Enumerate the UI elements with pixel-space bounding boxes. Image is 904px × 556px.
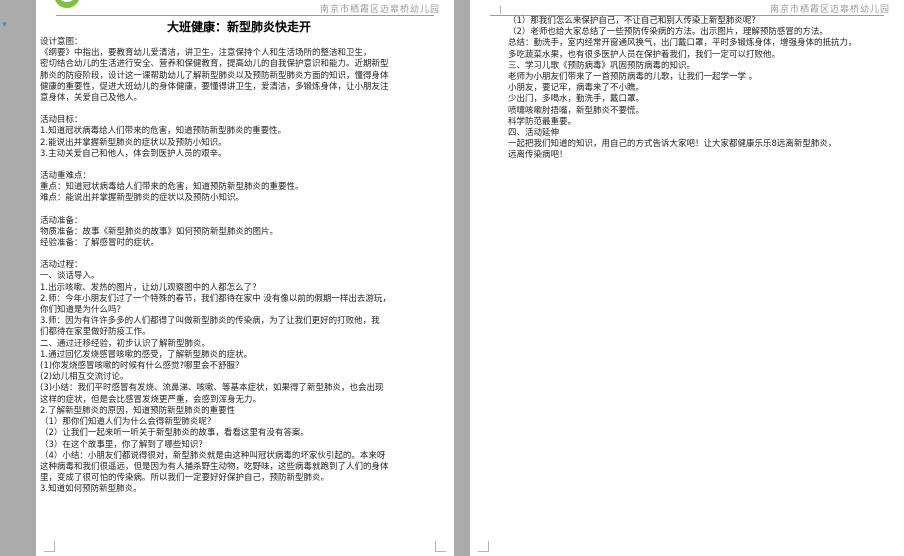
text-line: 科学防范最重要。 (508, 116, 577, 127)
text-line: 密切结合幼儿的生活进行安全、营养和保健教育，提高幼儿的自我保护意识和能力。近期新… (40, 59, 389, 70)
margin-corner-mark (435, 541, 446, 552)
text-line: 3.主动关爱自己和他人，体会到医护人员的艰辛。 (40, 148, 227, 159)
text-line: 难点：能说出并掌握新型肺炎的症状以及预防小知识。 (40, 193, 245, 204)
page-2-body: （1）那我们怎么来保护自己，不让自己和别人传染上新型肺炎呢？ （2）老师也给大家总… (508, 16, 888, 162)
page-1-text: 设计意图： 《纲要》中指出，要教育幼儿爱清洁，讲卫生，注意保持个人和生活场所的整洁… (40, 37, 438, 496)
text-line: 喷嚏咳嗽肘捂嘴，新型肺炎不要慌。 (508, 105, 645, 116)
text-line: 四、活动延伸 (508, 128, 560, 139)
text-line: (1)你发烧感冒咳嗽的时候有什么感觉?哪里会不舒服？ (40, 361, 244, 372)
text-line: 3.知道如何预防新型肺炎。 (40, 484, 142, 495)
text-line: (2)幼儿相互交流讨论。 (40, 372, 129, 383)
text-line: 3.师：因为有许许多多的人们都得了叫做新型肺炎的传染病，为了让我们更好的打败他，… (40, 316, 380, 327)
text-line: 设计意图： (40, 37, 83, 47)
text-line: （4）小结：小朋友们都说得很对，新型肺炎就是由这种叫冠状病毒的坏家伙引起的。本来… (40, 450, 386, 461)
text-line: 经验准备：了解感冒时的症状。 (40, 238, 160, 249)
page-1-body: 大班健康：新型肺炎快走开 设计意图： 《纲要》中指出，要教育幼儿爱清洁，讲卫生，注… (40, 18, 438, 496)
text-line: 物质准备：故事《新型肺炎的故事》如何预防新型肺炎的图片。 (40, 226, 279, 237)
margin-corner-mark (44, 541, 55, 552)
text-line: 肺炎的防疫阶段，设计这一课帮助幼儿了解新型肺炎以及预防新型肺炎方面的知识，懂得身… (40, 70, 389, 81)
text-line: （1）那我们怎么来保护自己，不让自己和别人传染上新型肺炎呢？ (508, 16, 760, 26)
text-line: 意身体，关爱自己及他人。 (40, 93, 143, 104)
text-line: （2）老师也给大家总结了一些预防传染病的方法。出示图片，理解预防感冒的方法。 (508, 27, 828, 38)
text-line: 1.知道冠状病毒给人们带来的危害，知道预防新型肺炎的重要性。 (40, 126, 287, 137)
text-line: 《纲要》中指出，要教育幼儿爱清洁，讲卫生，注意保持个人和生活场所的整洁和卫生， (40, 48, 372, 59)
document-page-1: 南京市栖霞区迈皋桥幼儿园 大班健康：新型肺炎快走开 设计意图： 《纲要》中指出，要… (36, 0, 454, 556)
text-line: 2.师：今年小朋友们过了一个特殊的春节，我们都待在家中 没有像以前的假期一样出去… (40, 293, 391, 304)
text-line: (3)小结：我们平时感冒有发烧、流鼻涕、咳嗽、等基本症状，如果得了新型肺炎，也会… (40, 383, 384, 394)
text-line: 重点：知道冠状病毒给人们带来的危害，知道预防新型肺炎的重要性。 (40, 182, 304, 193)
document-title: 大班健康：新型肺炎快走开 (166, 20, 311, 34)
text-line: 1.出示咳嗽、发热的图片，让幼儿观察图中的人都怎么了？ (40, 282, 261, 293)
header-rule (56, 15, 434, 16)
text-line: 这种病毒和我们很遥远，但是因为有人捕杀野生动物，吃野味，这些病毒就跑到了人们的身… (40, 461, 389, 472)
text-line: （3）在这个故事里，你了解到了哪些知识？ (40, 439, 207, 450)
text-line: 活动准备： (40, 215, 83, 226)
margin-corner-mark (478, 541, 489, 552)
text-line: 一、谈话导入。 (40, 271, 100, 282)
document-page-2: 南京市栖霞区迈皋桥幼儿园 （1）那我们怎么来保护自己，不让自己和别人传染上新型肺… (470, 0, 904, 556)
page-header: 南京市栖霞区迈皋桥幼儿园 (769, 5, 890, 15)
text-line: 少出门，多喝水，勤洗手，戴口罩。 (508, 94, 645, 105)
text-line: 小朋友，要记牢，病毒来了不小瞧。 (508, 83, 645, 94)
text-line: （2）让我们一起来听一听关于新型肺炎的故事，看看这里有没有答案。 (40, 428, 309, 439)
text-line: 里，变成了很可怕的传染病。所以我们一定要好好保护自己，预防新型肺炎。 (40, 473, 330, 484)
margin-corner-mark (490, 6, 501, 14)
text-line: 三、学习儿歌《预防病毒》巩固预防病毒的知识。 (508, 60, 696, 71)
text-line: 总结：勤洗手，室内经常开窗通风换气，出门戴口罩，平时多锻炼身体，增强身体的抵抗力… (508, 38, 857, 49)
text-line: 一起把我们知道的知识，用自己的方式告诉大家吧！让大家都健康乐乐8远离新型肺炎， (508, 139, 837, 150)
text-line: 远离传染病吧！ (508, 150, 568, 161)
page-2-text: （1）那我们怎么来保护自己，不让自己和别人传染上新型肺炎呢？ （2）老师也给大家总… (508, 16, 888, 162)
text-line: 这样的症状，但是会比感冒发烧更严重，会感到浑身无力。 (40, 394, 262, 405)
text-line: （1）那你们知道人们为什么会得新型肺炎呢？ (40, 417, 216, 428)
text-line: 多吃蔬菜水果，也有很多医护人员在保护着我们，我们一定可以打败他。 (508, 49, 781, 60)
text-line: 二、通过迁移经验，初步认识了解新型肺炎。 (40, 338, 211, 349)
left-gutter: ▾ (0, 0, 36, 556)
text-line: 活动过程： (40, 260, 83, 271)
text-line: 们都待在家里做好防疫工作。 (40, 327, 151, 338)
text-line: 1.通过回忆发烧感冒咳嗽的感受，了解新型肺炎的症状。 (40, 349, 253, 360)
text-line: 老师为小朋友们带来了一首预防病毒的儿歌，让我们一起学一学 。 (508, 72, 758, 83)
text-line: 2.了解新型肺炎的原因，知道预防新型肺炎的重要性 (40, 405, 236, 416)
text-line: 你们知道是为什么吗？ (40, 305, 126, 316)
text-line: 2.能说出并掌握新型肺炎的症状以及预防小知识。 (40, 137, 227, 148)
text-line: 健康的重要性，促进大班幼儿的身体健康，要懂得讲卫生，爱清洁，多锻炼身体，让小朋友… (40, 81, 389, 92)
page-header: 南京市栖霞区迈皋桥幼儿园 (319, 5, 440, 15)
school-logo-icon (54, 0, 80, 8)
text-line: 活动目标： (40, 115, 83, 126)
nav-marker-icon[interactable]: ▾ (2, 20, 7, 30)
text-line: 活动重难点： (40, 171, 92, 182)
